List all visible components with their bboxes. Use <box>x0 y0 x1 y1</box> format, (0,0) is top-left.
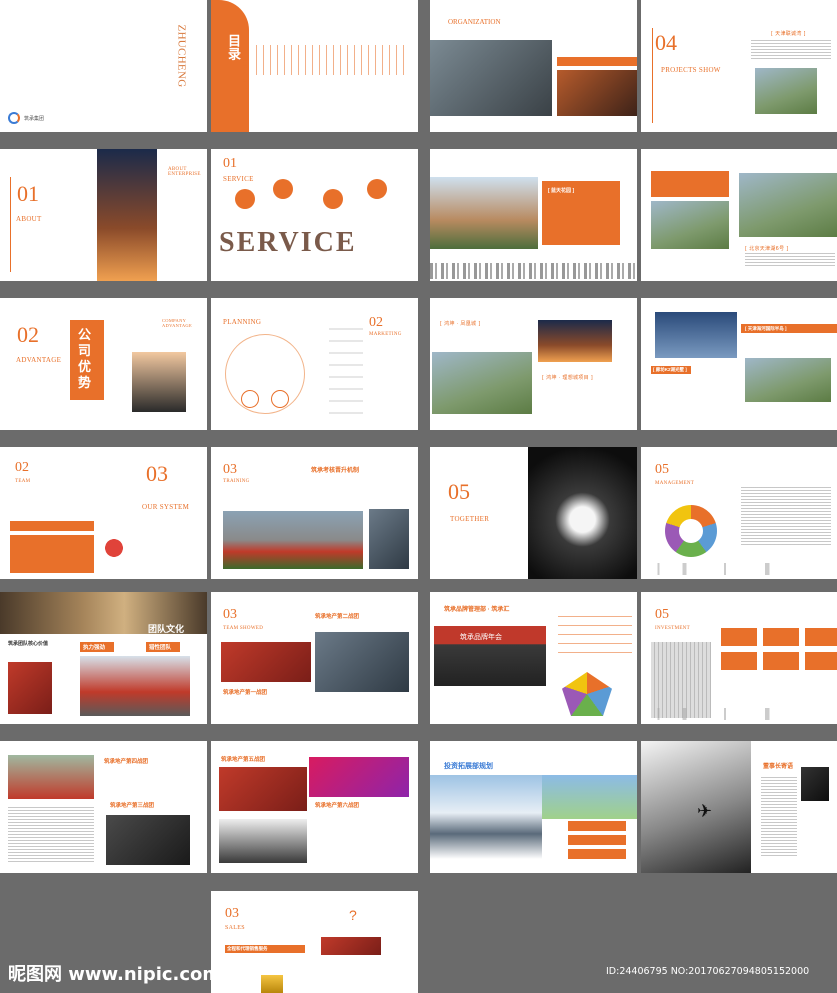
directory-title: 目录 <box>225 34 240 60</box>
hong-tag1: [ 鸿坤 · 凤凰城 ] <box>440 321 481 327</box>
team-showed-head2: 筑承地产第一战团 <box>223 690 268 696</box>
sales-tag: 全程和代理销售服务 <box>227 946 268 951</box>
advantage-page: 02 ADVANTAGE 公司优势 COMPANY ADVANTAGE <box>0 298 207 430</box>
brand-banner: 筑承品牌年会 <box>460 634 502 641</box>
watermark-right: ID:24406795 NO:20170627094805152000 <box>606 966 810 977</box>
organization-page: ORGANIZATION <box>430 0 637 132</box>
sales-page: 03 SALES 全程和代理销售服务 ? <box>211 891 418 993</box>
investment-page: 05 INVESTMENT <box>641 592 837 724</box>
tianjin-tag2: [ 廊坊K2湖光墅 ] <box>653 367 687 372</box>
management-num: 05 <box>655 462 669 477</box>
service-num: 01 <box>223 156 237 171</box>
projects-num: 04 <box>655 30 677 55</box>
invest-plan-page: 投资拓展部规划 <box>430 741 637 873</box>
fourth-team-page: 筑承地产第四战团 筑承地产第三战团 <box>0 741 207 873</box>
service-page: 01 SERVICE SERVICE <box>211 149 418 281</box>
watermark-left: 昵图网 www.nipic.com <box>8 964 222 985</box>
culture-label3: 筑承团队核心价值 <box>8 641 49 647</box>
project-tag: [ 蓝天花园 ] <box>548 188 575 194</box>
culture-label1: 执力强劲 <box>83 645 106 651</box>
project-hong-page: [ 鸿坤 · 凤凰城 ] [ 鸿坤 · 理想城项目 ] <box>430 298 637 430</box>
team-showed-page: 03 TEAM SHOWED 筑承地产第二战团 筑承地产第一战团 <box>211 592 418 724</box>
culture-banner: 团队文化 <box>148 624 185 634</box>
advantage-title: ADVANTAGE <box>16 356 62 364</box>
project-aerial-page: [ 北京天津湖6号 ] <box>641 149 837 281</box>
projects-tag: [ 天津联诚湾 ] <box>771 31 806 37</box>
project-tianjin-page: [ 天津海河国际半岛 ] [ 廊坊K2湖光墅 ] <box>641 298 837 430</box>
culture-page: 团队文化 筑承团队核心价值 执力强劲 猎性团队 <box>0 592 207 724</box>
team-showed-num: 03 <box>223 607 237 622</box>
fourth-head2: 筑承地产第三战团 <box>110 803 155 809</box>
team-showed-head1: 筑承地产第二战团 <box>315 614 360 620</box>
system-title: OUR SYSTEM <box>142 503 190 511</box>
management-page: 05 MANAGEMENT <box>641 447 837 579</box>
team-page: 02 TEAM 03 OUR SYSTEM <box>0 447 207 579</box>
training-page: 03 TRAINING 筑承考核晋升机制 <box>211 447 418 579</box>
handshake-icon <box>100 531 128 565</box>
cover-caption: 筑承集团 <box>24 116 45 122</box>
projects-title: PROJECTS SHOW <box>661 66 721 74</box>
investment-title: INVESTMENT <box>655 626 690 631</box>
hong-tag2: [ 鸿坤 · 理想城项目 ] <box>542 375 594 381</box>
about-num: 01 <box>17 181 39 206</box>
together-num: 05 <box>448 479 470 504</box>
airplane-icon: ✈ <box>697 801 713 821</box>
tianjin-tag1: [ 天津海河国际半岛 ] <box>745 326 787 331</box>
project-tag2: [ 北京天津湖6号 ] <box>745 246 789 252</box>
cover-page: ZHUCHENG 筑承集团 <box>0 0 207 132</box>
investment-num: 05 <box>655 607 669 622</box>
culture-label2: 猎性团队 <box>149 645 172 651</box>
chairman-label: 董事长寄语 <box>763 764 794 770</box>
question-icon: ? <box>349 907 357 923</box>
advantage-num: 02 <box>17 322 39 347</box>
marketing-title: MARKETING <box>369 332 402 337</box>
team-num: 02 <box>15 460 29 475</box>
together-title: TOGETHER <box>450 515 490 523</box>
logo-icon <box>8 112 20 124</box>
about-title: ABOUT <box>16 215 42 223</box>
fifth-team-page: 筑承地产第五战团 筑承地产第六战团 <box>211 741 418 873</box>
sales-num: 03 <box>225 906 239 921</box>
training-num: 03 <box>223 462 237 477</box>
team-title: TEAM <box>15 479 31 484</box>
brand-heading: 筑承品牌管理部 · 筑承汇 <box>444 607 510 613</box>
marketing-num: 02 <box>369 315 383 330</box>
invest-plan-heading: 投资拓展部规划 <box>444 763 493 770</box>
system-num: 03 <box>146 461 168 486</box>
sales-title: SALES <box>225 925 245 931</box>
training-heading: 筑承考核晋升机制 <box>311 468 360 474</box>
brand-page: 筑承品牌管理部 · 筑承汇 筑承品牌年会 <box>430 592 637 724</box>
together-page: 05 TOGETHER <box>430 447 637 579</box>
vertical-title: ZHUCHENG <box>175 24 188 88</box>
projects-page: 04 PROJECTS SHOW [ 天津联诚湾 ] <box>641 0 837 132</box>
planning-page: PLANNING 02 MARKETING <box>211 298 418 430</box>
advantage-block: 公司优势 <box>78 328 92 391</box>
team-showed-title: TEAM SHOWED <box>223 626 264 631</box>
fourth-head1: 筑承地产第四战团 <box>104 759 149 765</box>
management-title: MANAGEMENT <box>655 481 695 486</box>
about-side: ABOUT ENTERPRISE <box>168 167 201 177</box>
service-word: SERVICE <box>219 227 357 258</box>
planning-title: PLANNING <box>223 318 262 326</box>
advantage-side: COMPANY ADVANTAGE <box>162 318 193 328</box>
organization-title: ORGANIZATION <box>448 18 501 26</box>
directory-sub: DIRECTORY <box>241 60 247 90</box>
chairman-page: ✈ 董事长寄语 <box>641 741 837 873</box>
directory-page: 目录 DIRECTORY <box>211 0 418 132</box>
training-title: TRAINING <box>223 479 250 484</box>
fifth-head2: 筑承地产第六战团 <box>315 803 360 809</box>
service-title: SERVICE <box>223 175 254 183</box>
project-hua-page: [ 蓝天花园 ] <box>430 149 637 281</box>
fifth-head1: 筑承地产第五战团 <box>221 757 266 763</box>
about-page: 01 ABOUT ABOUT ENTERPRISE <box>0 149 207 281</box>
